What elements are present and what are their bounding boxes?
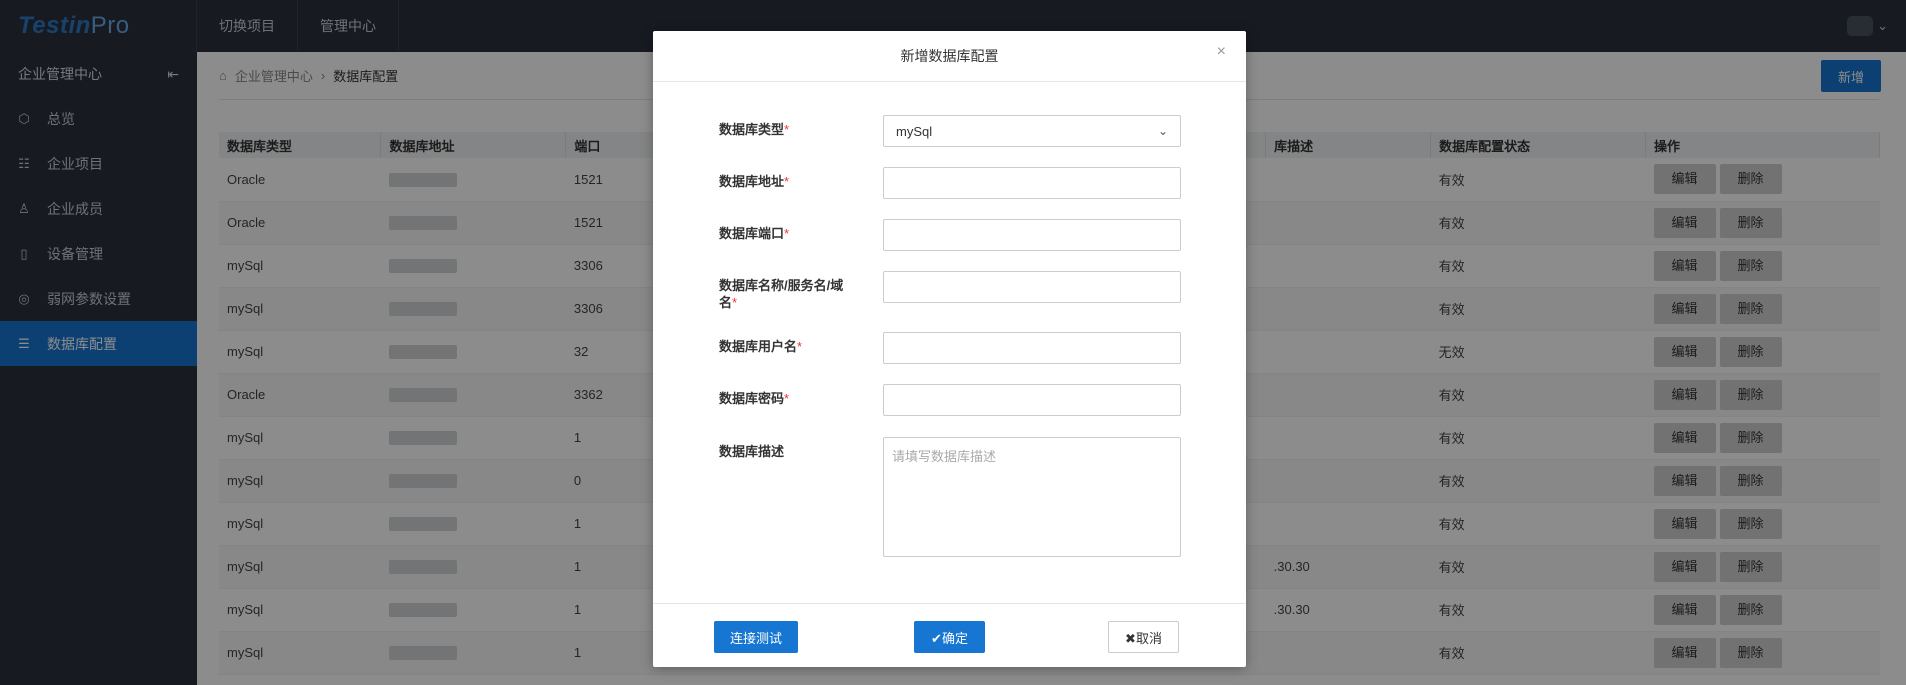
db-name-input[interactable] bbox=[883, 271, 1181, 303]
db-password-input[interactable] bbox=[883, 384, 1181, 416]
required-mark: * bbox=[732, 295, 738, 310]
db-desc-label: 数据库描述 bbox=[719, 444, 785, 459]
db-type-selected-value: mySql bbox=[896, 123, 933, 139]
confirm-button[interactable]: ✔确定 bbox=[914, 621, 985, 653]
label-text: 数据库密码 bbox=[719, 391, 785, 406]
db-type-label: 数据库类型* bbox=[719, 121, 859, 138]
label-text: 数据库端口 bbox=[719, 226, 785, 241]
modal-footer: 连接测试 ✔确定 ✖取消 bbox=[653, 603, 1246, 667]
required-mark: * bbox=[784, 174, 790, 189]
db-password-label: 数据库密码* bbox=[719, 390, 859, 407]
required-mark: * bbox=[784, 122, 790, 137]
test-connection-button[interactable]: 连接测试 bbox=[714, 621, 798, 653]
label-text: 数据库用户名 bbox=[719, 339, 798, 354]
db-user-label: 数据库用户名* bbox=[719, 338, 859, 355]
label-text: 数据库地址 bbox=[719, 174, 785, 189]
add-db-config-modal: 新增数据库配置 × 数据库类型* mySql ⌄ 数据库地址* 数据库端口* 数… bbox=[653, 31, 1246, 667]
cancel-button[interactable]: ✖取消 bbox=[1108, 621, 1179, 653]
label-text: 数据库类型 bbox=[719, 122, 785, 137]
modal-title: 新增数据库配置 bbox=[900, 48, 999, 64]
required-mark: * bbox=[784, 391, 790, 406]
label-text: 数据库名称/服务名/域名 bbox=[719, 278, 844, 310]
close-icon[interactable]: × bbox=[1217, 43, 1226, 61]
modal-header: 新增数据库配置 × bbox=[653, 31, 1246, 82]
db-user-input[interactable] bbox=[883, 332, 1181, 364]
chevron-down-icon: ⌄ bbox=[1157, 124, 1168, 138]
db-address-input[interactable] bbox=[883, 167, 1181, 199]
required-mark: * bbox=[797, 339, 803, 354]
db-port-label: 数据库端口* bbox=[719, 225, 859, 242]
required-mark: * bbox=[784, 226, 790, 241]
db-desc-textarea[interactable] bbox=[883, 437, 1181, 557]
db-port-input[interactable] bbox=[883, 219, 1181, 251]
db-type-select[interactable]: mySql ⌄ bbox=[883, 115, 1181, 147]
db-name-label: 数据库名称/服务名/域名* bbox=[719, 277, 854, 311]
db-address-label: 数据库地址* bbox=[719, 173, 859, 190]
